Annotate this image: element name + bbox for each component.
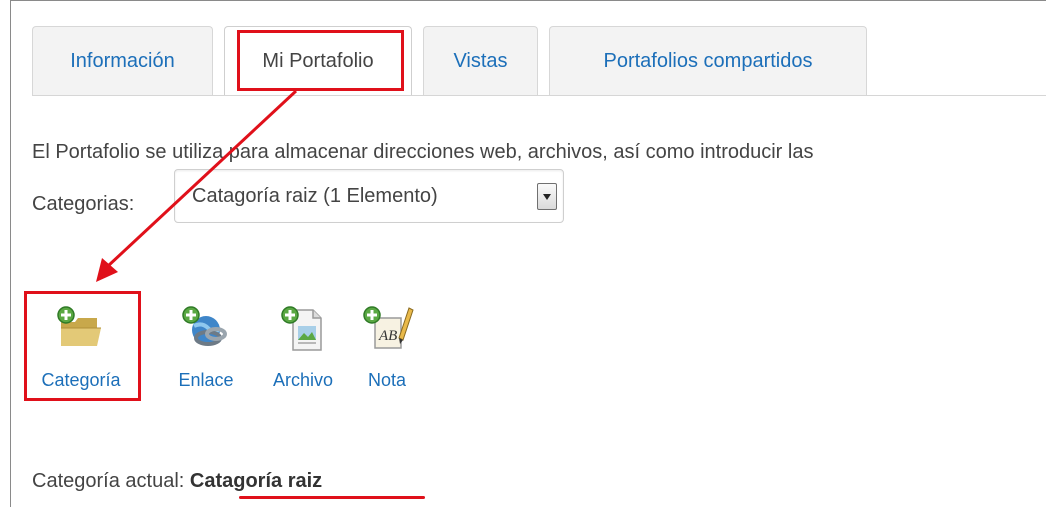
- tab-vistas-label: Vistas: [453, 49, 508, 72]
- new-file-label: Archivo: [272, 370, 334, 390]
- categories-label: Categorias:: [32, 193, 135, 215]
- tab-portafolios-compartidos[interactable]: Portafolios compartidos: [549, 26, 867, 95]
- tab-mi-portafolio-label: Mi Portafolio: [262, 50, 374, 72]
- svg-text:AB: AB: [378, 328, 397, 344]
- tab-informacion-label: Información: [70, 49, 175, 72]
- new-category-button[interactable]: Categoría: [33, 302, 129, 391]
- dropdown-arrow-icon[interactable]: [537, 183, 557, 210]
- current-category: Categoría actual: Catagoría raiz: [32, 470, 322, 493]
- tab-informacion[interactable]: Información: [32, 26, 213, 95]
- new-category-label: Categoría: [41, 370, 121, 390]
- tab-baseline: [32, 95, 1046, 96]
- add-file-icon: [281, 306, 322, 351]
- add-folder-icon: [57, 306, 101, 346]
- tab-mi-portafolio[interactable]: Mi Portafolio: [224, 26, 412, 96]
- tab-vistas[interactable]: Vistas: [423, 26, 538, 95]
- new-link-label: Enlace: [178, 370, 234, 390]
- current-category-underline: [239, 496, 425, 499]
- new-note-label: Nota: [367, 370, 407, 390]
- new-file-button[interactable]: Archivo: [255, 302, 351, 391]
- tab-portafolios-compartidos-label: Portafolios compartidos: [603, 49, 813, 72]
- new-note-button[interactable]: AB Nota: [350, 302, 424, 391]
- category-select[interactable]: Catagoría raiz (1 Elemento): [174, 169, 564, 223]
- new-link-button[interactable]: Enlace: [158, 302, 254, 391]
- add-note-icon: AB: [363, 306, 414, 349]
- current-category-label: Categoría actual:: [32, 470, 185, 492]
- add-link-icon: [182, 306, 227, 346]
- portfolio-description: El Portafolio se utiliza para almacenar …: [32, 141, 814, 163]
- category-select-value: Catagoría raiz (1 Elemento): [192, 185, 438, 207]
- current-category-value: Catagoría raiz: [189, 470, 323, 492]
